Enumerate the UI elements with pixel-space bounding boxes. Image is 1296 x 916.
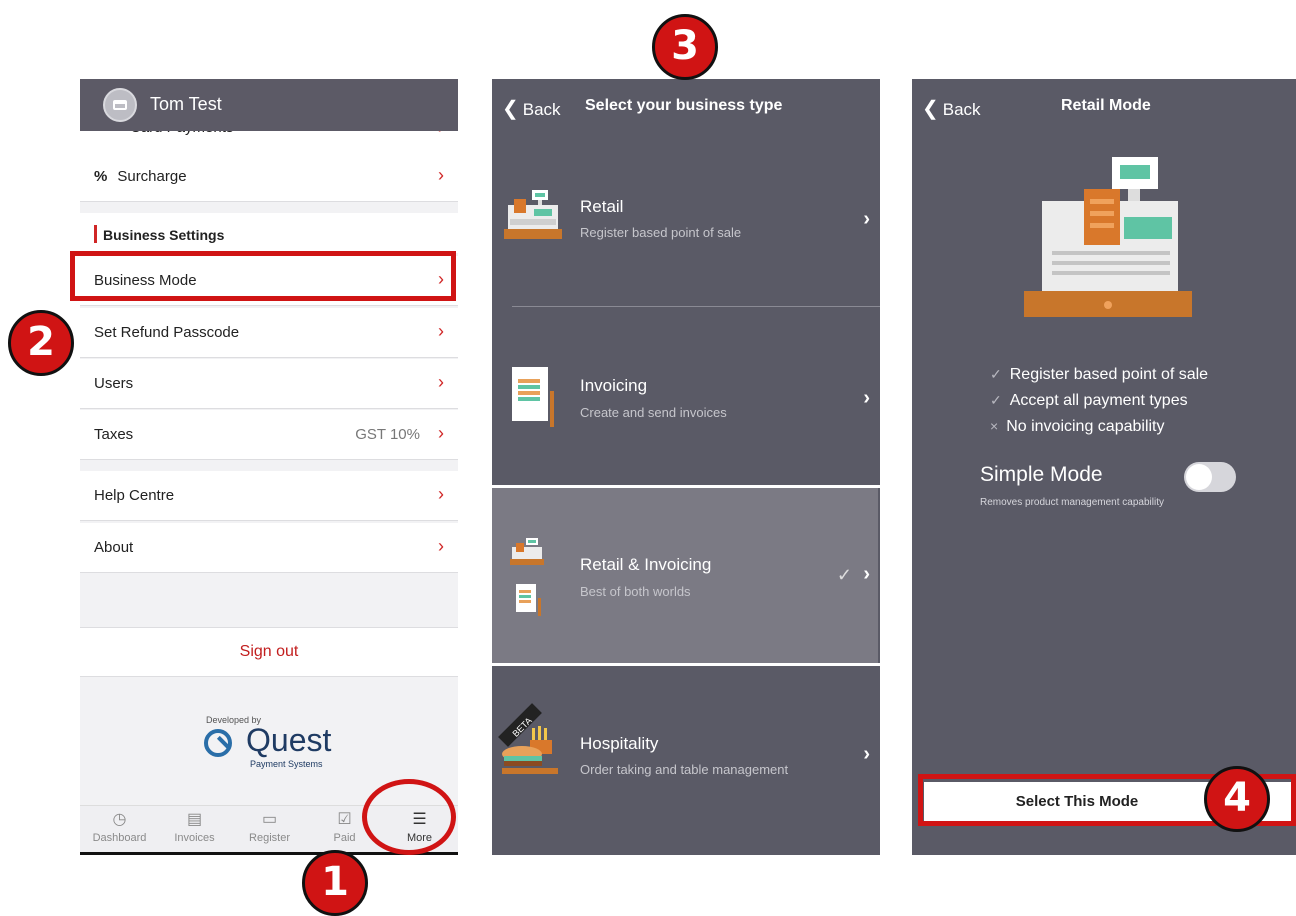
step-badge-3: 3 [652, 14, 718, 80]
chevron-left-icon: ❮ [922, 98, 939, 120]
simple-mode-description: Removes product management capability [980, 497, 1164, 508]
top-bar: Tom Test [80, 79, 458, 131]
invoice-icon: ▤ [186, 811, 203, 828]
business-type-hospitality[interactable]: BETA Hospitality Order taking and table … [492, 666, 880, 855]
users-row[interactable]: Users › [80, 359, 458, 409]
back-button[interactable]: ❮ Back [922, 96, 981, 121]
taxes-label: Taxes [94, 426, 134, 443]
register-icon: ▭ [261, 811, 278, 828]
feature-item: × No invoicing capability [990, 418, 1165, 435]
page-title: Retail Mode [1061, 97, 1151, 114]
users-label: Users [94, 375, 134, 392]
taxes-row[interactable]: Taxes GST 10% › [80, 410, 458, 460]
retail-subtitle: Register based point of sale [580, 225, 742, 240]
toggle-knob [1186, 464, 1212, 490]
step-badge-2: 2 [8, 310, 74, 376]
simple-mode-toggle[interactable] [1184, 462, 1236, 492]
user-name: Tom Test [150, 94, 222, 114]
step-badge-4: 4 [1204, 766, 1270, 832]
chevron-right-icon: › [438, 165, 444, 185]
highlight-more-tab [362, 779, 456, 855]
brand-subtitle: Payment Systems [250, 759, 323, 769]
feature-item: ✓ Accept all payment types [990, 392, 1188, 409]
help-centre-row[interactable]: Help Centre › [80, 471, 458, 521]
business-type-screen: ❮ Back Select your business type Retail R… [492, 79, 880, 855]
step-badge-1: 1 [302, 850, 368, 916]
chevron-left-icon: ❮ [502, 98, 519, 120]
chevron-right-icon: › [438, 536, 444, 556]
chevron-right-icon: › [438, 484, 444, 504]
about-label: About [94, 539, 134, 556]
nav-bar: ❮ Back Select your business type [492, 79, 880, 133]
feature-item: ✓ Register based point of sale [990, 366, 1209, 383]
check-icon: ✓ [990, 392, 1002, 408]
sign-out-button[interactable]: Sign out [80, 627, 458, 677]
business-settings-header: Business Settings [80, 213, 458, 253]
tab-invoices[interactable]: ▤ Invoices [157, 810, 232, 844]
tab-dashboard[interactable]: ◷ Dashboard [82, 810, 157, 844]
retail-invoicing-title: Retail & Invoicing [580, 555, 712, 574]
back-button[interactable]: ❮ Back [502, 96, 561, 121]
percent-icon: % [94, 168, 108, 185]
cash-register-icon [1024, 157, 1192, 317]
chevron-right-icon: › [863, 563, 870, 585]
chevron-right-icon: › [863, 743, 870, 765]
store-avatar-icon[interactable] [103, 88, 137, 122]
chevron-right-icon: › [438, 423, 444, 443]
invoicing-title: Invoicing [580, 376, 648, 395]
refund-passcode-label: Set Refund Passcode [94, 324, 240, 341]
quest-logo-icon [204, 729, 232, 757]
check-icon: ✓ [990, 366, 1002, 382]
invoice-icon [512, 367, 554, 427]
settings-screen: Card Payments › Tom Test %Surcharge › Bu… [80, 79, 458, 855]
simple-mode-label: Simple Mode [980, 463, 1103, 486]
business-type-retail-invoicing[interactable]: Retail & Invoicing Best of both worlds ✓… [492, 488, 878, 663]
tab-register[interactable]: ▭ Register [232, 810, 307, 844]
chevron-right-icon: › [438, 321, 444, 341]
hospitality-title: Hospitality [580, 734, 659, 753]
highlight-business-mode [70, 251, 456, 301]
surcharge-label: Surcharge [117, 168, 187, 185]
business-type-invoicing[interactable]: Invoicing Create and send invoices › [492, 307, 880, 485]
taxes-value: GST 10% [355, 426, 420, 443]
refund-passcode-row[interactable]: Set Refund Passcode › [80, 308, 458, 358]
brand-name: Quest [246, 722, 332, 758]
section-accent-bar [94, 225, 97, 243]
retail-invoicing-subtitle: Best of both worlds [580, 584, 691, 599]
business-type-retail[interactable]: Retail Register based point of sale › [492, 133, 880, 306]
chevron-right-icon: › [438, 372, 444, 392]
gauge-icon: ◷ [112, 811, 127, 828]
surcharge-row[interactable]: % Surcharge › [80, 152, 458, 202]
help-centre-label: Help Centre [94, 487, 175, 504]
retail-title: Retail [580, 197, 624, 216]
cross-icon: × [990, 418, 999, 434]
chevron-right-icon: › [863, 387, 870, 409]
invoicing-subtitle: Create and send invoices [580, 405, 727, 420]
nav-bar: ❮ Back Retail Mode [912, 79, 1296, 133]
checkmark-icon: ✓ [836, 565, 852, 585]
retail-mode-screen: ❮ Back Retail Mode ✓ Register based point … [912, 79, 1296, 855]
register-invoice-icon [510, 538, 544, 616]
cash-register-icon [504, 190, 562, 239]
hospitality-subtitle: Order taking and table management [580, 762, 789, 777]
about-row[interactable]: About › [80, 523, 458, 573]
page-title: Select your business type [585, 97, 783, 114]
chevron-right-icon: › [863, 208, 870, 230]
